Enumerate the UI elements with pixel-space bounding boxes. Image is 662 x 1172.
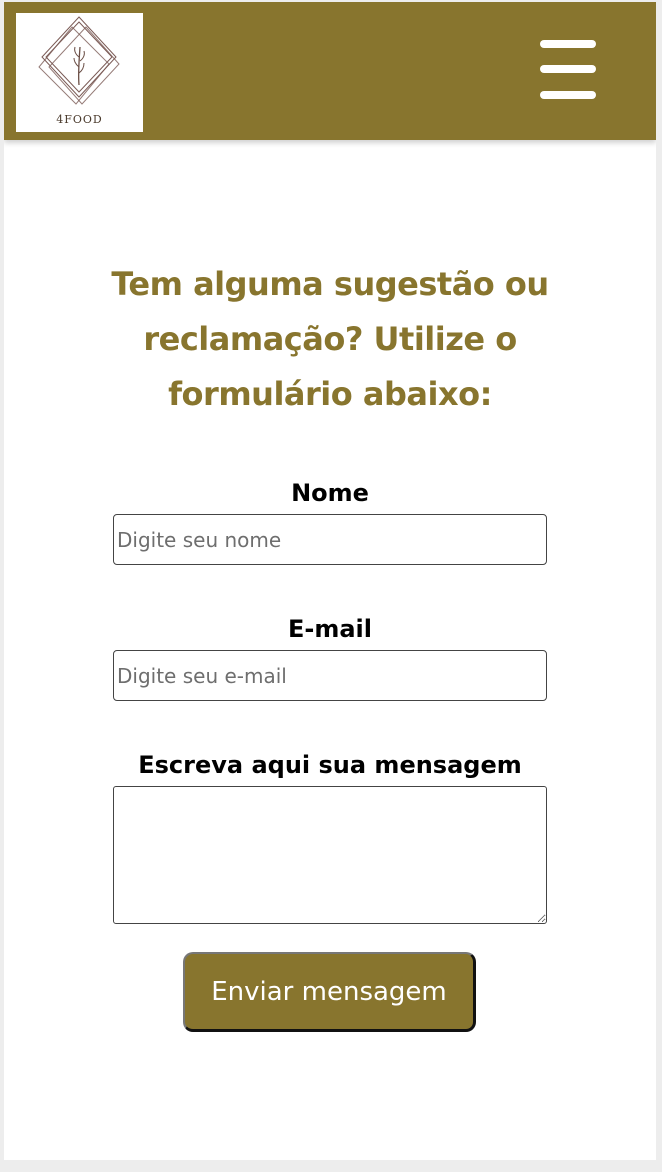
send-message-button[interactable]: Enviar mensagem — [183, 952, 476, 1032]
header: 4FOOD — [4, 2, 656, 140]
message-label: Escreva aqui sua mensagem — [138, 751, 522, 779]
page-title: Tem alguma sugestão ou reclamação? Utili… — [111, 265, 549, 413]
menu-button[interactable] — [532, 36, 596, 106]
page: 4FOOD Tem alguma sugestão ou reclamação?… — [4, 2, 656, 1160]
name-label: Nome — [291, 479, 369, 507]
email-input[interactable] — [113, 650, 547, 701]
message-textarea[interactable] — [113, 786, 547, 924]
email-label: E-mail — [287, 615, 372, 643]
name-input[interactable] — [113, 514, 547, 565]
logo[interactable]: 4FOOD — [16, 13, 143, 132]
logo-text: 4FOOD — [56, 113, 103, 126]
